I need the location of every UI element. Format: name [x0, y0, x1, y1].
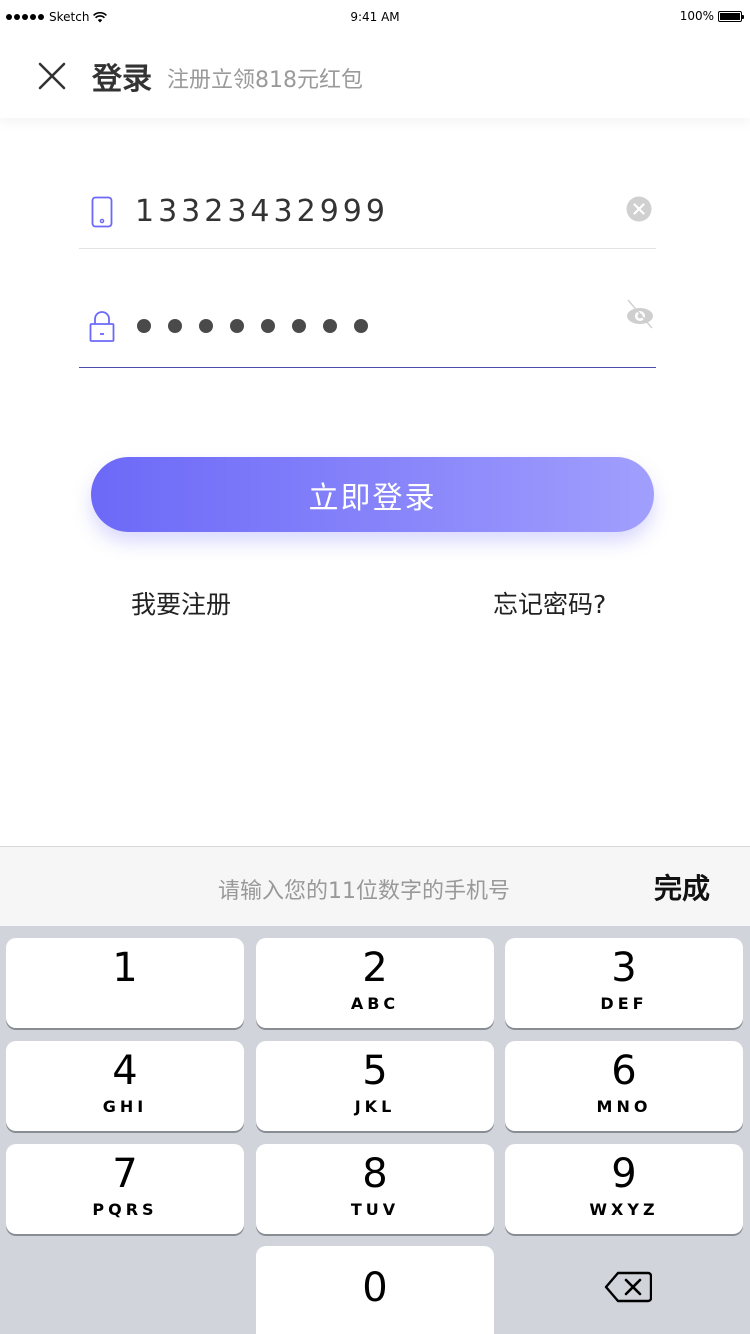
- key-digit: 8: [362, 1151, 388, 1197]
- clear-icon[interactable]: [626, 196, 652, 222]
- status-time: 9:41 AM: [350, 10, 400, 24]
- page-title: 登录: [92, 62, 152, 97]
- key-digit: 3: [611, 945, 637, 991]
- phone-icon: [91, 196, 113, 228]
- backspace-icon[interactable]: [604, 1270, 652, 1304]
- key-letters: DEF: [600, 994, 648, 1013]
- password-mask-dot: [261, 319, 275, 333]
- phone-input-value[interactable]: 13323432999: [135, 194, 389, 229]
- key-6[interactable]: 6 MNO: [505, 1041, 743, 1131]
- password-mask-dot: [199, 319, 213, 333]
- key-9[interactable]: 9 WXYZ: [505, 1144, 743, 1234]
- key-7[interactable]: 7 PQRS: [6, 1144, 244, 1234]
- key-4[interactable]: 4 GHI: [6, 1041, 244, 1131]
- key-digit: 5: [362, 1048, 388, 1094]
- keyboard-hint: 请输入您的11位数字的手机号: [218, 879, 510, 904]
- key-letters: WXYZ: [589, 1200, 659, 1219]
- keyboard-accessory-bar: 请输入您的11位数字的手机号 完成: [0, 846, 750, 927]
- page-subtitle: 注册立领818元红包: [167, 68, 363, 93]
- key-1[interactable]: 1: [6, 938, 244, 1028]
- key-5[interactable]: 5 JKL: [256, 1041, 494, 1131]
- key-digit: 6: [611, 1048, 637, 1094]
- password-mask-dot: [323, 319, 337, 333]
- password-mask-dot: [292, 319, 306, 333]
- key-2[interactable]: 2 ABC: [256, 938, 494, 1028]
- phone-field[interactable]: 13323432999: [79, 170, 656, 249]
- lock-icon: [89, 311, 115, 342]
- password-mask-dot: [168, 319, 182, 333]
- password-mask[interactable]: [137, 319, 368, 333]
- key-0[interactable]: 0: [256, 1246, 494, 1334]
- battery-icon: [718, 10, 744, 22]
- header: 登录 注册立领818元红包: [0, 34, 750, 118]
- status-bar: Sketch 9:41 AM 100%: [0, 0, 750, 34]
- key-letters: ABC: [350, 994, 400, 1013]
- login-button[interactable]: 立即登录: [91, 457, 654, 532]
- key-3[interactable]: 3 DEF: [505, 938, 743, 1028]
- key-8[interactable]: 8 TUV: [256, 1144, 494, 1234]
- key-digit: 9: [611, 1151, 637, 1197]
- key-letters: JKL: [354, 1097, 396, 1116]
- key-letters: PQRS: [92, 1200, 158, 1219]
- key-digit: 1: [112, 945, 138, 991]
- eye-off-icon[interactable]: [624, 296, 656, 332]
- register-link[interactable]: 我要注册: [131, 585, 231, 621]
- forgot-password-link[interactable]: 忘记密码?: [493, 585, 606, 621]
- key-digit: 7: [112, 1151, 138, 1197]
- key-digit: 2: [362, 945, 388, 991]
- password-mask-dot: [137, 319, 151, 333]
- done-button[interactable]: 完成: [654, 867, 710, 907]
- key-letters: GHI: [102, 1097, 148, 1116]
- login-screen: Sketch 9:41 AM 100% 登录 注册立领818元红包 133234…: [0, 0, 750, 1334]
- key-letters: TUV: [350, 1200, 400, 1219]
- password-mask-dot: [230, 319, 244, 333]
- battery-percent: 100%: [679, 9, 714, 23]
- close-icon[interactable]: [34, 58, 70, 94]
- key-digit: 4: [112, 1048, 138, 1094]
- password-mask-dot: [354, 319, 368, 333]
- status-right: 100%: [679, 9, 744, 23]
- key-letters: MNO: [596, 1097, 652, 1116]
- password-field[interactable]: [79, 290, 656, 368]
- key-digit: 0: [362, 1265, 388, 1311]
